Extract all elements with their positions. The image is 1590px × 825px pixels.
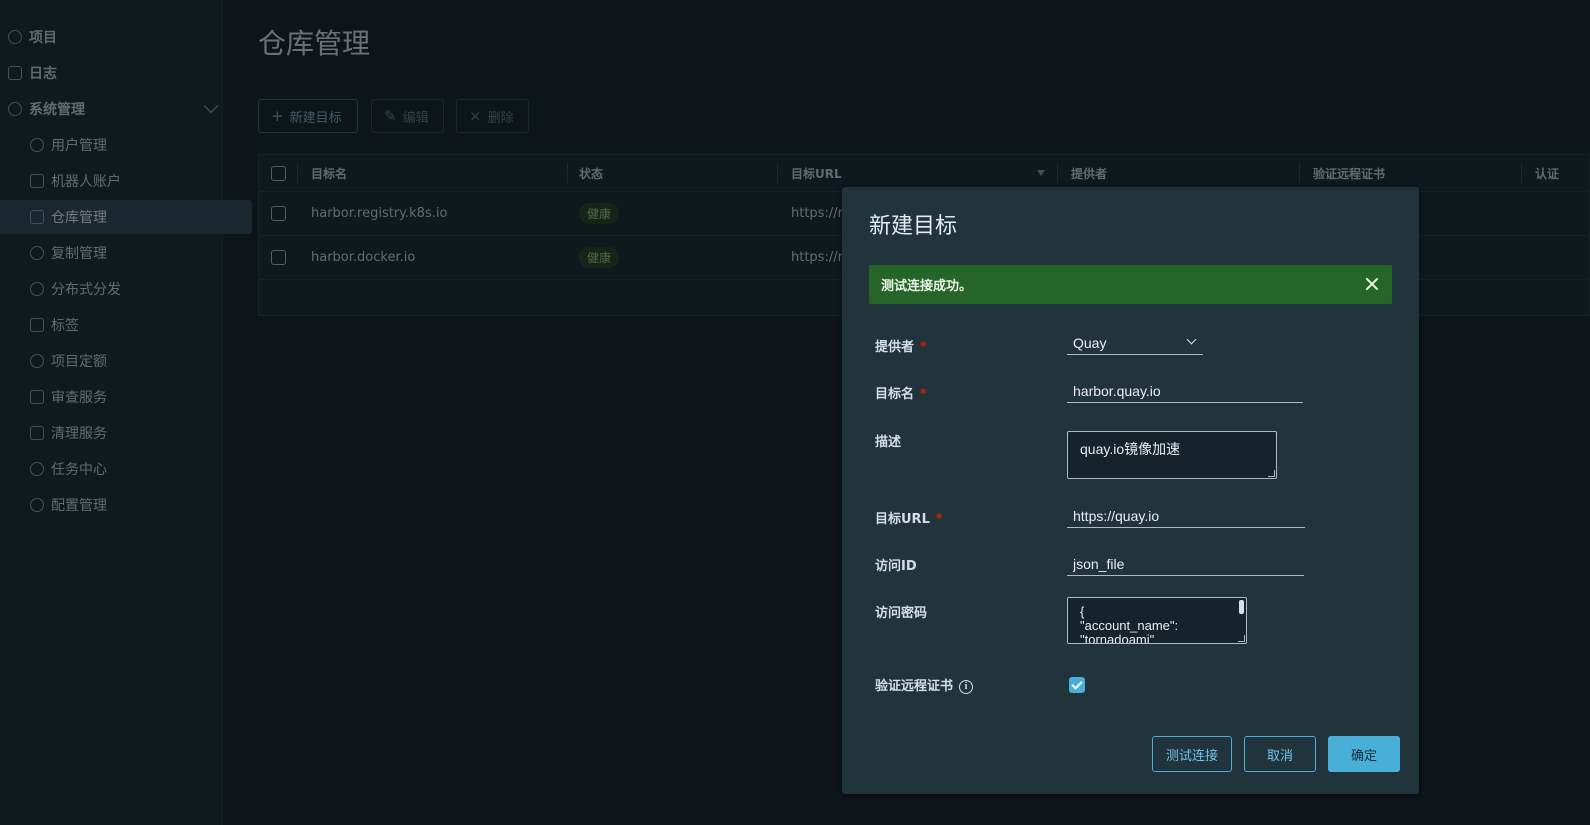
alert-message: 测试连接成功。 [881, 279, 973, 294]
scrollbar[interactable] [1239, 600, 1244, 614]
description-value: quay.io镜像加速 [1080, 441, 1181, 457]
provider-value: Quay [1073, 335, 1107, 351]
access-id-label: 访问ID [875, 559, 917, 574]
endpoint-url-input[interactable] [1067, 504, 1305, 528]
description-textarea[interactable]: quay.io镜像加速 [1067, 431, 1277, 479]
info-icon[interactable]: i [959, 679, 974, 694]
access-id-input[interactable] [1067, 552, 1304, 576]
ok-button[interactable]: 确定 [1328, 736, 1400, 772]
success-alert: 测试连接成功。 [869, 265, 1392, 304]
access-secret-label: 访问密码 [875, 606, 928, 621]
resize-handle-icon[interactable] [1238, 635, 1245, 642]
endpoint-url-label: 目标URL * [875, 512, 943, 527]
chevron-down-icon [1186, 334, 1197, 345]
endpoint-name-label: 目标名 * [875, 387, 927, 402]
description-label: 描述 [875, 435, 902, 450]
provider-label: 提供者 * [875, 340, 927, 355]
resize-handle-icon[interactable] [1268, 470, 1275, 477]
secret-line: "account_name": [1080, 618, 1179, 633]
new-endpoint-modal: 新建目标 测试连接成功。 提供者* Quay 目标名* 描述 quay.io镜像… [842, 187, 1419, 794]
verify-cert-label: 验证远程证书 i [875, 675, 974, 694]
test-connection-button[interactable]: 测试连接 [1152, 736, 1232, 772]
secret-line: "tornadoami" [1080, 632, 1155, 644]
provider-select[interactable]: Quay [1067, 331, 1203, 355]
endpoint-name-input[interactable] [1067, 379, 1303, 403]
modal-title: 新建目标 [869, 214, 958, 239]
secret-line: { [1080, 604, 1085, 619]
verify-cert-checkbox[interactable] [1069, 677, 1085, 693]
cancel-button[interactable]: 取消 [1244, 736, 1316, 772]
close-icon[interactable] [1362, 274, 1382, 294]
access-secret-textarea[interactable]: { "account_name": "tornadoami" [1067, 597, 1247, 644]
